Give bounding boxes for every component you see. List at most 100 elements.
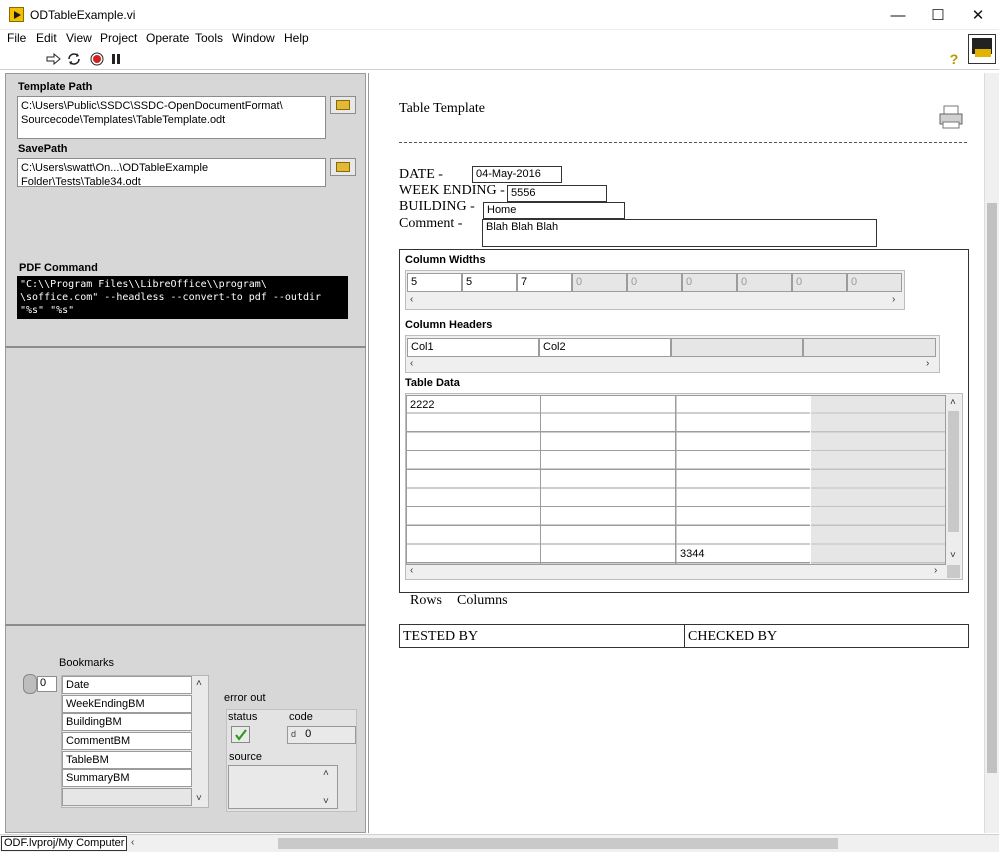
table-vertical-scrollbar[interactable] xyxy=(946,395,961,565)
columns-label: Columns xyxy=(457,593,508,608)
column-header-cell[interactable] xyxy=(671,338,803,357)
scroll-up-icon[interactable]: ˄ xyxy=(950,397,956,408)
abort-execution-icon[interactable] xyxy=(89,51,105,67)
week-ending-field[interactable]: 5556 xyxy=(507,185,607,202)
run-arrow-icon[interactable] xyxy=(46,51,62,67)
save-browse-button[interactable] xyxy=(330,158,356,176)
left-pane-splitter[interactable] xyxy=(5,346,366,348)
run-continuously-icon[interactable] xyxy=(66,51,82,67)
column-widths-label: Column Widths xyxy=(405,254,486,266)
status-indicator xyxy=(231,726,250,743)
scroll-left-icon[interactable]: ‹ xyxy=(410,294,413,305)
close-button[interactable]: ✕ xyxy=(958,0,998,30)
comment-label: Comment - xyxy=(399,216,463,231)
header-divider xyxy=(399,142,967,143)
date-label: DATE - xyxy=(399,167,443,182)
bookmark-item[interactable]: SummaryBM xyxy=(62,769,192,787)
array-index-field[interactable]: 0 xyxy=(37,676,57,692)
scroll-down-icon[interactable]: ˅ xyxy=(950,550,956,561)
signature-divider xyxy=(684,625,685,647)
signature-table: TESTED BY CHECKED BY xyxy=(399,624,969,648)
menu-project[interactable]: Project xyxy=(100,31,137,45)
printer-icon[interactable] xyxy=(938,104,964,130)
left-pane-splitter-2[interactable] xyxy=(5,624,366,626)
date-field[interactable]: 04-May-2016 xyxy=(472,166,562,183)
building-label: BUILDING - xyxy=(399,199,475,214)
comment-field[interactable]: Blah Blah Blah xyxy=(482,219,877,247)
source-field xyxy=(228,765,338,809)
column-width-cell[interactable]: 0 xyxy=(682,273,737,292)
scroll-down-icon[interactable]: ˅ xyxy=(196,793,202,804)
tested-by-label: TESTED BY xyxy=(403,629,479,644)
menu-window[interactable]: Window xyxy=(232,31,275,45)
code-radix: d xyxy=(291,729,297,739)
horizontal-scroll-thumb[interactable] xyxy=(278,838,838,849)
pdf-command-label: PDF Command xyxy=(19,262,98,274)
scroll-down-icon: ˅ xyxy=(323,796,329,807)
scroll-right-icon[interactable]: › xyxy=(934,565,937,576)
building-field[interactable]: Home xyxy=(483,202,625,219)
scroll-left-icon[interactable]: ‹ xyxy=(410,565,413,576)
source-label: source xyxy=(229,751,263,763)
column-width-cell[interactable]: 5 xyxy=(462,273,517,292)
scroll-corner xyxy=(947,565,960,578)
save-path-field[interactable]: C:\Users\swatt\On...\ODTableExample Fold… xyxy=(17,158,326,188)
vi-icon xyxy=(968,34,996,64)
context-help-icon[interactable]: ? xyxy=(946,51,962,67)
scroll-right-icon[interactable]: › xyxy=(892,294,895,305)
menu-tools[interactable]: Tools xyxy=(195,31,223,45)
project-context[interactable]: ODF.lvproj/My Computer xyxy=(1,836,128,851)
table-cell-first[interactable]: 2222 xyxy=(410,399,434,411)
template-browse-button[interactable] xyxy=(330,96,356,114)
column-width-cell[interactable]: 5 xyxy=(407,273,462,292)
bookmark-item[interactable]: Date xyxy=(62,676,192,694)
toolbar: ? xyxy=(0,48,999,70)
column-width-cell[interactable]: 0 xyxy=(737,273,792,292)
bookmark-item[interactable]: CommentBM xyxy=(62,732,192,750)
pause-icon[interactable] xyxy=(108,51,124,67)
column-header-cell[interactable]: Col1 xyxy=(407,338,539,357)
scroll-right-icon[interactable]: › xyxy=(926,358,929,369)
folder-icon xyxy=(336,162,350,172)
array-index-spinner[interactable] xyxy=(23,674,37,694)
column-headers-label: Column Headers xyxy=(405,319,493,331)
document-vertical-scrollbar[interactable] xyxy=(984,73,999,833)
menu-operate[interactable]: Operate xyxy=(146,31,189,45)
scroll-up-icon: ˄ xyxy=(323,768,329,779)
table-data-border xyxy=(406,395,946,565)
bookmark-item[interactable]: WeekEndingBM xyxy=(62,695,192,713)
bookmark-item-empty[interactable] xyxy=(62,788,192,806)
week-ending-label: WEEK ENDING - xyxy=(399,183,505,198)
scroll-up-icon[interactable]: ˄ xyxy=(196,678,202,689)
folder-icon xyxy=(336,100,350,110)
column-header-cell[interactable]: Col2 xyxy=(539,338,671,357)
menu-bar: File Edit View Project Operate Tools Win… xyxy=(0,30,999,48)
table-cell-last[interactable]: 3344 xyxy=(680,548,704,560)
bookmark-item[interactable]: BuildingBM xyxy=(62,713,192,731)
code-field: d 0 xyxy=(287,726,356,744)
template-path-label: Template Path xyxy=(18,81,93,93)
menu-view[interactable]: View xyxy=(66,31,92,45)
menu-file[interactable]: File xyxy=(7,31,26,45)
column-width-cell[interactable]: 7 xyxy=(517,273,572,292)
title-bar: ODTableExample.vi — ☐ ✕ xyxy=(0,0,999,30)
column-width-cell[interactable]: 0 xyxy=(847,273,902,292)
column-width-cell[interactable]: 0 xyxy=(792,273,847,292)
column-width-cell[interactable]: 0 xyxy=(572,273,627,292)
scroll-left-icon[interactable]: ‹ xyxy=(131,837,134,848)
bookmark-item[interactable]: TableBM xyxy=(62,751,192,769)
menu-help[interactable]: Help xyxy=(284,31,309,45)
status-label: status xyxy=(228,711,258,723)
checked-by-label: CHECKED BY xyxy=(688,629,778,644)
template-path-field[interactable]: C:\Users\Public\SSDC\SSDC-OpenDocumentFo… xyxy=(17,96,326,139)
labview-app-icon xyxy=(9,7,24,22)
maximize-button[interactable]: ☐ xyxy=(918,0,958,30)
pdf-command-field[interactable]: "C:\\Program Files\\LibreOffice\\program… xyxy=(17,276,348,319)
column-width-cell[interactable]: 0 xyxy=(627,273,682,292)
scroll-left-icon[interactable]: ‹ xyxy=(410,358,413,369)
menu-edit[interactable]: Edit xyxy=(36,31,57,45)
column-header-cell[interactable] xyxy=(803,338,936,357)
save-path-label: SavePath xyxy=(18,143,68,155)
minimize-button[interactable]: — xyxy=(878,0,918,30)
rows-label: Rows xyxy=(410,593,442,608)
